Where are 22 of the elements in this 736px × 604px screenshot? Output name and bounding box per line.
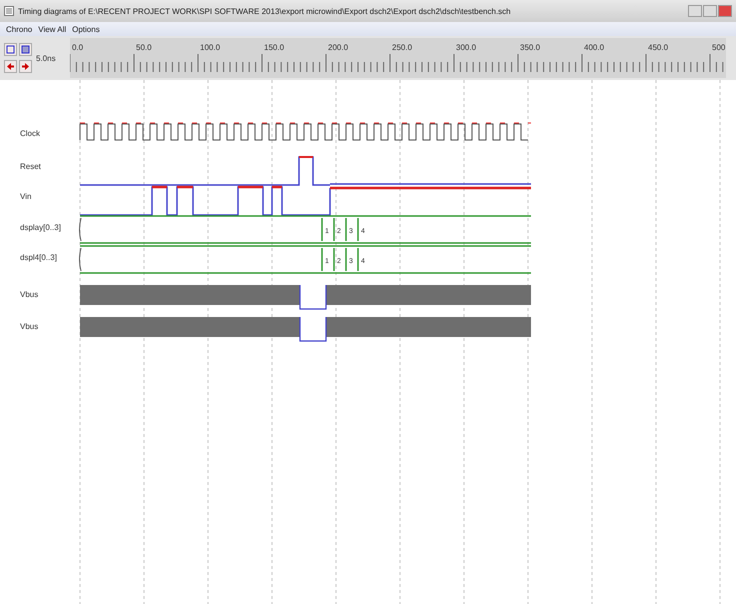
signal-name: Reset bbox=[20, 162, 41, 171]
scroll-right-button[interactable] bbox=[19, 60, 32, 73]
square-outline-icon bbox=[6, 45, 15, 54]
menu-item[interactable]: Options bbox=[72, 24, 100, 34]
signal-name: Vin bbox=[20, 192, 32, 201]
scroll-left-button[interactable] bbox=[4, 60, 17, 73]
scale-label: 5.0ns bbox=[36, 54, 57, 62]
menu-item[interactable]: View All bbox=[38, 24, 66, 34]
signal-name: dsplay[0..3] bbox=[20, 223, 61, 232]
document-icon bbox=[4, 6, 14, 16]
time-ruler: 0.0 50.0 100.0 150.0 200.0 250.0 300.0 350.0 400.0 450.0 500 bbox=[70, 38, 726, 78]
signal-name: Vbus bbox=[20, 322, 38, 331]
right-arrow-icon bbox=[21, 62, 30, 71]
zoom-out-button[interactable] bbox=[19, 43, 32, 56]
signal-name: Clock bbox=[20, 129, 40, 138]
zoom-in-button[interactable] bbox=[4, 43, 17, 56]
filled-square-icon bbox=[21, 45, 30, 54]
left-arrow-icon bbox=[6, 62, 15, 71]
signal-name: dspl4[0..3] bbox=[20, 253, 57, 262]
menu-item[interactable]: Chrono bbox=[6, 24, 32, 34]
window-title: Timing diagrams of E:\RECENT PROJECT WORK\SPI SOFTWARE 2013\export microwind\Export dsch2\Export dsch2\dsch\testbench.sch bbox=[18, 6, 512, 16]
signal-name: Vbus bbox=[20, 290, 38, 299]
